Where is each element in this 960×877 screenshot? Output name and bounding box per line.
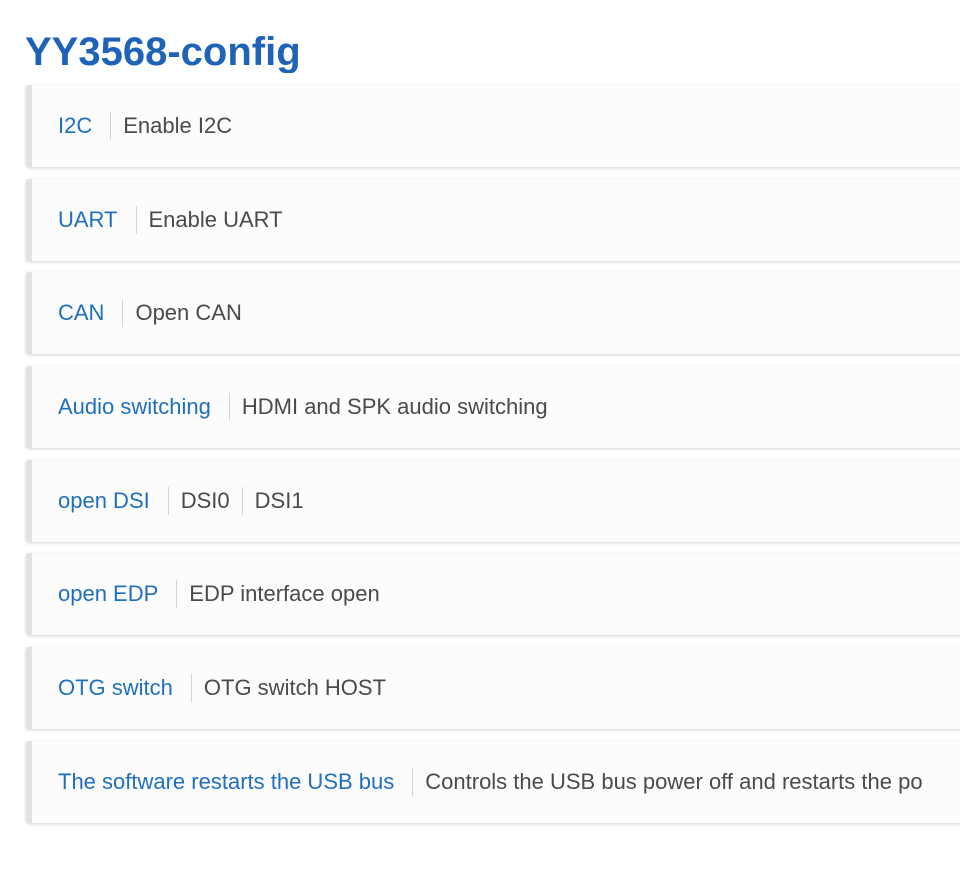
menu-item-option-dsi1: DSI1 [241, 486, 316, 515]
menu-item-label: UART [58, 206, 118, 232]
menu-item-label: I2C [58, 113, 93, 138]
page-title: YY3568-config [25, 30, 301, 73]
menu-item-option: OTG switch HOST [190, 674, 398, 703]
menu-item-usb-bus-restart[interactable]: The software restarts the USB bus Contro… [26, 740, 960, 823]
menu-item-uart[interactable]: UART Enable UART [26, 178, 960, 261]
menu-item-label: open DSI [58, 487, 150, 513]
menu-item-open-dsi[interactable]: open DSI DSI0 DSI1 [26, 459, 960, 542]
config-menu-list: I2C Enable I2C UART Enable UART CAN Open… [26, 85, 960, 835]
menu-item-option: Enable UART [135, 205, 295, 234]
menu-item-open-edp[interactable]: open EDP EDP interface open [26, 553, 960, 636]
menu-item-option: Open CAN [122, 299, 253, 328]
menu-item-option: HDMI and SPK audio switching [228, 393, 560, 422]
menu-item-label: The software restarts the USB bus [58, 768, 395, 794]
menu-item-option: Enable I2C [110, 112, 244, 140]
menu-item-label: CAN [58, 300, 105, 326]
page: YY3568-config I2C Enable I2C UART Enable… [0, 0, 960, 877]
menu-item-option-dsi0: DSI0 [167, 486, 242, 515]
menu-item-label: Audio switching [58, 394, 211, 420]
menu-item-label: open EDP [58, 581, 159, 607]
menu-item-i2c[interactable]: I2C Enable I2C [26, 85, 960, 167]
menu-item-audio-switching[interactable]: Audio switching HDMI and SPK audio switc… [26, 366, 960, 449]
menu-item-option: Controls the USB bus power off and resta… [412, 767, 934, 796]
menu-item-option: EDP interface open [176, 580, 391, 609]
menu-item-label: OTG switch [58, 675, 173, 701]
menu-item-can[interactable]: CAN Open CAN [26, 272, 960, 355]
menu-item-otg-switch[interactable]: OTG switch OTG switch HOST [26, 647, 960, 730]
